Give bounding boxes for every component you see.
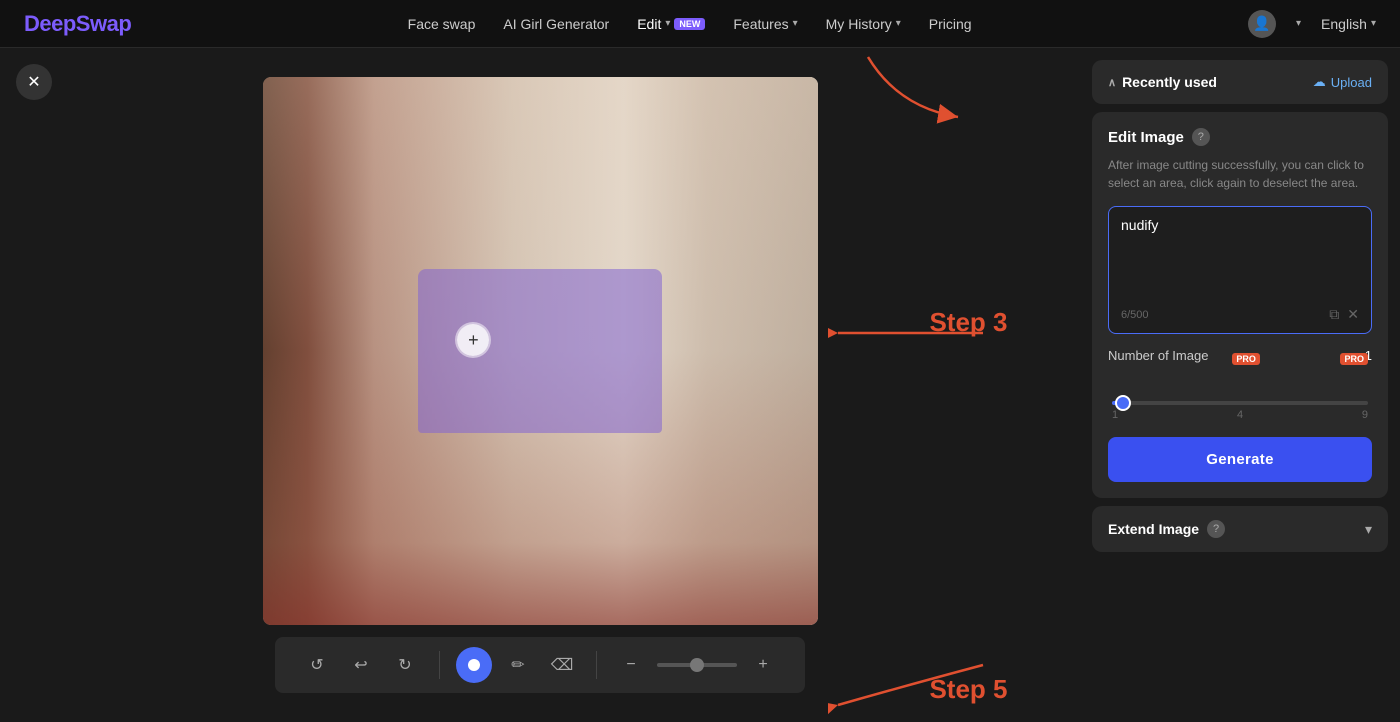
step4-arrow (858, 48, 988, 127)
image-container: + Step 3 Step 5 (263, 77, 818, 625)
header-right: 👤 ▾ English ▾ (1248, 10, 1376, 38)
upload-icon: ☁ (1313, 74, 1326, 90)
nav-my-history[interactable]: My History ▾ (826, 16, 901, 32)
edit-image-title: Edit Image (1108, 129, 1184, 146)
main-content: ✕ Step 4 (0, 48, 1400, 722)
redo-button[interactable]: ↻ (387, 647, 423, 683)
extend-title: Extend Image (1108, 521, 1199, 537)
edit-description: After image cutting successfully, you ca… (1108, 156, 1372, 192)
slider-thumb[interactable] (1115, 395, 1131, 411)
slider-max: 9 (1362, 409, 1368, 421)
zoom-thumb (690, 658, 704, 672)
language-chevron: ▾ (1371, 18, 1376, 29)
step3-label: Step 3 (929, 307, 1007, 338)
prompt-container: 6/500 ⧉ ✕ (1108, 206, 1372, 334)
history-chevron: ▾ (896, 18, 901, 29)
recently-used-section: ∧ Recently used ☁ Upload (1092, 60, 1388, 104)
step3-arrow (828, 318, 988, 348)
clear-prompt-button[interactable]: ✕ (1347, 306, 1359, 323)
edit-image-section: Edit Image ? After image cutting success… (1092, 112, 1388, 498)
prompt-textarea[interactable] (1121, 217, 1359, 297)
close-button[interactable]: ✕ (16, 64, 52, 100)
extend-left: Extend Image ? (1108, 520, 1225, 538)
recently-chevron[interactable]: ∧ (1108, 76, 1116, 89)
edit-chevron: ▾ (665, 18, 670, 29)
step5-label: Step 5 (929, 674, 1007, 705)
pro-badge-4: PRO (1232, 353, 1260, 365)
slider-min: 1 (1112, 409, 1118, 421)
nav-features[interactable]: Features ▾ (733, 16, 797, 32)
zoom-out-button[interactable]: − (613, 647, 649, 683)
history-tools: ↺ ↩ ↻ (299, 647, 423, 683)
avatar[interactable]: 👤 (1248, 10, 1276, 38)
zoom-slider[interactable] (657, 663, 737, 667)
brush-cursor[interactable]: + (457, 324, 489, 356)
header: DeepSwap Face swap AI Girl Generator Edi… (0, 0, 1400, 48)
eraser-tool[interactable]: ⌫ (544, 647, 580, 683)
slider-track[interactable] (1112, 401, 1368, 405)
image-count-slider-container: PRO PRO 1 4 9 (1108, 371, 1372, 421)
prompt-footer: 6/500 ⧉ ✕ (1121, 306, 1359, 323)
toolbar: ↺ ↩ ↻ ✏ ⌫ − + (275, 637, 805, 693)
extend-chevron: ▾ (1365, 521, 1372, 538)
zoom-tools: − + (613, 647, 781, 683)
copy-prompt-button[interactable]: ⧉ (1329, 306, 1339, 323)
nav-ai-girl[interactable]: AI Girl Generator (503, 16, 609, 32)
features-chevron: ▾ (793, 18, 798, 29)
nav-face-swap[interactable]: Face swap (408, 16, 476, 32)
avatar-chevron: ▾ (1296, 18, 1301, 29)
recently-title: ∧ Recently used (1108, 74, 1217, 90)
pro-badge-9: PRO (1340, 353, 1368, 365)
brush-tool[interactable] (456, 647, 492, 683)
toolbar-divider-2 (596, 651, 597, 679)
prompt-actions: ⧉ ✕ (1329, 306, 1359, 323)
recently-header: ∧ Recently used ☁ Upload (1108, 74, 1372, 90)
edit-help-icon[interactable]: ? (1192, 128, 1210, 146)
step5-arrow (828, 655, 988, 715)
brush-icon (468, 659, 480, 671)
edit-image-header: Edit Image ? (1108, 128, 1372, 146)
toolbar-divider-1 (439, 651, 440, 679)
draw-tools: ✏ ⌫ (456, 647, 580, 683)
new-badge: NEW (674, 18, 705, 30)
reset-button[interactable]: ↺ (299, 647, 335, 683)
nav-edit[interactable]: Edit ▾ NEW (637, 16, 705, 32)
pen-tool[interactable]: ✏ (500, 647, 536, 683)
language-selector[interactable]: English ▾ (1321, 16, 1376, 32)
logo: DeepSwap (24, 11, 131, 37)
generate-button[interactable]: Generate (1108, 437, 1372, 482)
extend-help-icon[interactable]: ? (1207, 520, 1225, 538)
left-panel: ✕ Step 4 (0, 48, 1080, 722)
avatar-icon: 👤 (1253, 15, 1270, 32)
upload-button[interactable]: ☁ Upload (1313, 74, 1372, 90)
undo-button[interactable]: ↩ (343, 647, 379, 683)
extend-image-section[interactable]: Extend Image ? ▾ (1092, 506, 1388, 552)
char-count: 6/500 (1121, 309, 1149, 321)
right-panel: ∧ Recently used ☁ Upload Edit Image ? Af… (1080, 48, 1400, 722)
slider-labels: 1 4 9 (1112, 409, 1368, 421)
main-image[interactable]: + (263, 77, 818, 625)
slider-mid: 4 (1237, 409, 1243, 421)
main-nav: Face swap AI Girl Generator Edit ▾ NEW F… (163, 16, 1216, 32)
nav-pricing[interactable]: Pricing (929, 16, 972, 32)
num-image-label: Number of Image (1108, 348, 1208, 363)
zoom-in-button[interactable]: + (745, 647, 781, 683)
